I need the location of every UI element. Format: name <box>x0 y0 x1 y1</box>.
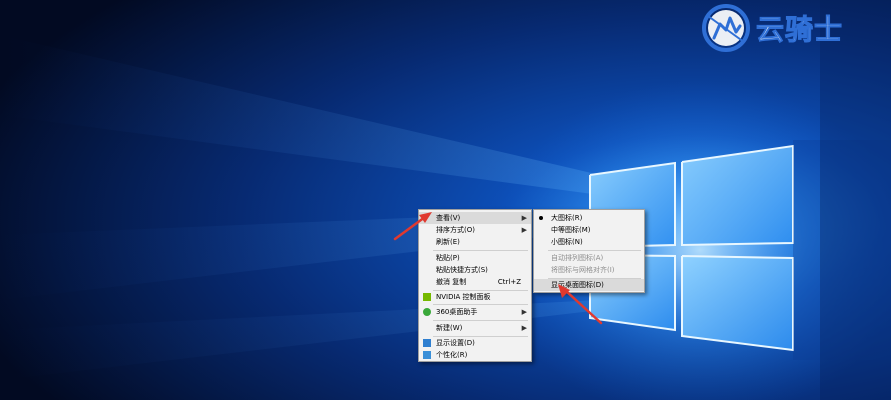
menu-item-label: 个性化(R) <box>436 351 468 359</box>
submenu-item-medium-icons[interactable]: 中等图标(M) <box>534 224 644 236</box>
menu-item-new[interactable]: 新建(W) ▶ <box>419 322 531 334</box>
menu-item-label: 刷新(E) <box>436 238 460 246</box>
submenu-item-auto-arrange[interactable]: 自动排列图标(A) <box>534 252 644 264</box>
360-assistant-icon <box>423 308 431 316</box>
menu-item-paste[interactable]: 粘贴(P) <box>419 252 531 264</box>
nvidia-icon <box>423 293 431 301</box>
submenu-item-label: 小图标(N) <box>551 238 583 246</box>
menu-item-paste-shortcut[interactable]: 粘贴快捷方式(S) <box>419 264 531 276</box>
submenu-item-align-to-grid[interactable]: 将图标与网格对齐(I) <box>534 264 644 276</box>
menu-item-360-assistant[interactable]: 360桌面助手 ▶ <box>419 306 531 318</box>
menu-item-label: 显示设置(D) <box>436 339 475 347</box>
menu-item-display-settings[interactable]: 显示设置(D) <box>419 337 531 349</box>
menu-separator <box>433 304 528 305</box>
submenu-item-show-desktop-icons[interactable]: 显示桌面图标(D) <box>534 279 644 291</box>
display-settings-icon <box>423 339 431 347</box>
menu-item-shortcut: Ctrl+Z <box>497 278 521 286</box>
menu-item-label: NVIDIA 控制面板 <box>436 293 491 301</box>
yunqishi-watermark: 云骑士 <box>700 2 843 54</box>
submenu-item-small-icons[interactable]: 小图标(N) <box>534 236 644 248</box>
menu-item-undo-copy[interactable]: 撤消 复制 Ctrl+Z <box>419 276 531 288</box>
menu-item-label: 360桌面助手 <box>436 308 478 316</box>
submenu-item-large-icons[interactable]: 大图标(R) <box>534 212 644 224</box>
chevron-right-icon: ▶ <box>521 308 527 316</box>
submenu-item-label: 自动排列图标(A) <box>551 254 604 262</box>
menu-item-label: 查看(V) <box>436 214 461 222</box>
submenu-item-label: 大图标(R) <box>551 214 583 222</box>
menu-item-view[interactable]: 查看(V) ▶ <box>419 212 531 224</box>
menu-item-nvidia[interactable]: NVIDIA 控制面板 <box>419 291 531 303</box>
menu-item-label: 粘贴快捷方式(S) <box>436 266 488 274</box>
menu-item-sort[interactable]: 排序方式(O) ▶ <box>419 224 531 236</box>
submenu-item-label: 显示桌面图标(D) <box>551 281 604 289</box>
menu-separator <box>548 250 641 251</box>
view-submenu: 大图标(R) 中等图标(M) 小图标(N) 自动排列图标(A) 将图标与网格对齐… <box>533 209 645 293</box>
submenu-item-label: 中等图标(M) <box>551 226 591 234</box>
menu-item-label: 撤消 复制 <box>436 278 467 286</box>
menu-item-personalize[interactable]: 个性化(R) <box>419 349 531 361</box>
chevron-right-icon: ▶ <box>521 324 527 332</box>
knight-logo-icon <box>702 4 750 52</box>
chevron-right-icon: ▶ <box>521 226 527 234</box>
menu-item-label: 粘贴(P) <box>436 254 460 262</box>
menu-item-label: 排序方式(O) <box>436 226 475 234</box>
selected-bullet-icon <box>539 216 543 220</box>
menu-separator <box>433 320 528 321</box>
chevron-right-icon: ▶ <box>521 214 527 222</box>
watermark-text: 云骑士 <box>755 13 844 47</box>
submenu-item-label: 将图标与网格对齐(I) <box>551 266 615 274</box>
desktop-context-menu: 查看(V) ▶ 排序方式(O) ▶ 刷新(E) 粘贴(P) 粘贴快捷方式(S) … <box>418 209 532 362</box>
personalize-icon <box>423 351 431 359</box>
menu-item-refresh[interactable]: 刷新(E) <box>419 236 531 248</box>
menu-item-label: 新建(W) <box>436 324 463 332</box>
menu-separator <box>433 250 528 251</box>
